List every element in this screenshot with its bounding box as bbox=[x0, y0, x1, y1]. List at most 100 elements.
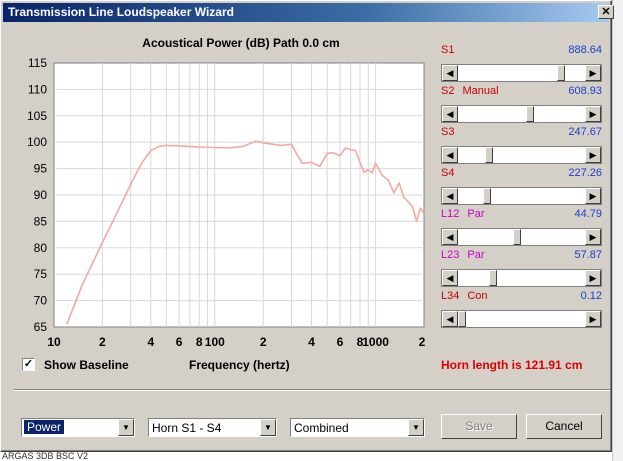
close-icon: ✕ bbox=[601, 6, 611, 18]
slider-name: S3 bbox=[441, 126, 455, 138]
show-baseline-checkbox[interactable]: ✓ bbox=[22, 358, 35, 371]
slider-s2[interactable]: ◀ ▶ bbox=[441, 105, 602, 123]
slider-l34[interactable]: ◀ ▶ bbox=[441, 310, 602, 328]
x-tick-label: 1000 bbox=[362, 335, 389, 349]
slider-name: L23 bbox=[441, 249, 460, 261]
slider-thumb[interactable] bbox=[525, 106, 534, 122]
x-tick-label: 6 bbox=[176, 335, 183, 349]
y-tick-label: 110 bbox=[28, 82, 47, 96]
y-tick-label: 75 bbox=[34, 267, 48, 281]
slider-mode: Par bbox=[467, 208, 485, 220]
x-tick-label: 100 bbox=[205, 335, 225, 349]
mode-dropdown[interactable]: Power ▼ bbox=[21, 418, 135, 437]
save-button[interactable]: Save bbox=[441, 414, 517, 439]
x-tick-label: 2 bbox=[260, 335, 267, 349]
slider-thumb[interactable] bbox=[482, 188, 491, 204]
arrow-right-icon[interactable]: ▶ bbox=[585, 270, 601, 286]
x-tick-label: 8 bbox=[196, 335, 203, 349]
arrow-right-icon[interactable]: ▶ bbox=[585, 106, 601, 122]
y-tick-label: 95 bbox=[34, 162, 48, 176]
check-icon: ✓ bbox=[23, 358, 34, 370]
view-dropdown[interactable]: Combined ▼ bbox=[290, 418, 425, 437]
arrow-left-icon[interactable]: ◀ bbox=[442, 311, 458, 327]
slider-l23[interactable]: ◀ ▶ bbox=[441, 269, 602, 287]
arrow-left-icon[interactable]: ◀ bbox=[442, 270, 458, 286]
x-tick-label: 6 bbox=[337, 335, 344, 349]
cancel-button[interactable]: Cancel bbox=[526, 414, 602, 439]
slider-thumb[interactable] bbox=[458, 311, 466, 327]
view-dropdown-value: Combined bbox=[294, 421, 349, 435]
arrow-left-icon[interactable]: ◀ bbox=[442, 229, 458, 245]
arrow-left-icon[interactable]: ◀ bbox=[442, 188, 458, 204]
y-tick-label: 85 bbox=[34, 214, 48, 228]
background-window-edge bbox=[612, 0, 623, 461]
slider-mode: Con bbox=[467, 290, 488, 302]
section-dropdown-value: Horn S1 - S4 bbox=[152, 421, 222, 435]
chevron-down-icon[interactable]: ▼ bbox=[118, 419, 134, 436]
y-tick-label: 105 bbox=[27, 109, 47, 123]
mode-dropdown-value: Power bbox=[24, 420, 65, 434]
arrow-left-icon[interactable]: ◀ bbox=[442, 106, 458, 122]
y-axis-ticks: 65 70 75 80 85 90 95 100 105 110 115 bbox=[27, 56, 47, 334]
y-tick-label: 65 bbox=[34, 320, 48, 334]
arrow-left-icon[interactable]: ◀ bbox=[442, 147, 458, 163]
slider-name: S2 bbox=[441, 85, 455, 97]
separator bbox=[14, 389, 610, 391]
slider-label-l12: L12 Par bbox=[441, 208, 484, 220]
slider-label-s2: S2 Manual bbox=[441, 85, 499, 97]
slider-label-s3: S3 bbox=[441, 126, 454, 138]
slider-value-s1: 888.64 bbox=[568, 44, 602, 56]
x-axis-title: Frequency (hertz) bbox=[189, 358, 290, 372]
y-tick-label: 70 bbox=[34, 294, 48, 308]
y-tick-label: 90 bbox=[34, 188, 48, 202]
close-button[interactable]: ✕ bbox=[598, 5, 614, 19]
horn-length-readout: Horn length is 121.91 cm bbox=[441, 358, 583, 372]
slider-value-s4: 227.26 bbox=[568, 167, 602, 179]
arrow-right-icon[interactable]: ▶ bbox=[585, 147, 601, 163]
x-tick-label: 2 bbox=[419, 335, 426, 349]
chevron-down-icon[interactable]: ▼ bbox=[260, 419, 276, 436]
slider-thumb[interactable] bbox=[485, 147, 494, 163]
slider-name: L34 bbox=[441, 290, 460, 302]
slider-value-l34: 0.12 bbox=[580, 290, 602, 302]
x-tick-label: 4 bbox=[147, 335, 154, 349]
slider-value-l12: 44.79 bbox=[574, 208, 602, 220]
wizard-dialog: Transmission Line Loudspeaker Wizard ✕ A… bbox=[0, 0, 614, 452]
y-tick-label: 80 bbox=[34, 241, 48, 255]
slider-s3[interactable]: ◀ ▶ bbox=[441, 146, 602, 164]
slider-value-l23: 57.87 bbox=[574, 249, 602, 261]
power-chart: 65707580859095100105110115 10 2 4 6 8 100 2 4 6 8… bbox=[27, 56, 426, 349]
section-dropdown[interactable]: Horn S1 - S4 ▼ bbox=[148, 418, 277, 437]
slider-thumb[interactable] bbox=[512, 229, 521, 245]
chevron-down-icon[interactable]: ▼ bbox=[408, 419, 424, 436]
arrow-right-icon[interactable]: ▶ bbox=[585, 65, 601, 81]
x-axis-ticks: 10 2 4 6 8 100 2 4 6 81000 2 bbox=[47, 335, 425, 349]
arrow-right-icon[interactable]: ▶ bbox=[585, 229, 601, 245]
slider-label-s1: S1 bbox=[441, 44, 454, 56]
arrow-left-icon[interactable]: ◀ bbox=[442, 65, 458, 81]
x-tick-label: 10 bbox=[47, 335, 61, 349]
slider-mode: Par bbox=[467, 249, 485, 261]
slider-mode: Manual bbox=[462, 85, 499, 97]
slider-name: S4 bbox=[441, 167, 455, 179]
y-tick-label: 115 bbox=[28, 56, 47, 70]
background-window-text: ARGAS 3DB BSC V2 bbox=[2, 451, 89, 461]
arrow-right-icon[interactable]: ▶ bbox=[585, 311, 601, 327]
slider-s4[interactable]: ◀ ▶ bbox=[441, 187, 602, 205]
arrow-right-icon[interactable]: ▶ bbox=[585, 188, 601, 204]
slider-label-s4: S4 bbox=[441, 167, 454, 179]
slider-value-s3: 247.67 bbox=[568, 126, 602, 138]
slider-l12[interactable]: ◀ ▶ bbox=[441, 228, 602, 246]
slider-label-l34: L34 Con bbox=[441, 290, 488, 302]
x-tick-label: 4 bbox=[308, 335, 315, 349]
slider-thumb[interactable] bbox=[556, 65, 565, 81]
show-baseline-label: Show Baseline bbox=[44, 358, 129, 372]
y-tick-label: 100 bbox=[27, 135, 47, 149]
slider-s1[interactable]: ◀ ▶ bbox=[441, 64, 602, 82]
x-tick-label: 2 bbox=[99, 335, 106, 349]
slider-name: S1 bbox=[441, 44, 455, 56]
slider-value-s2: 608.93 bbox=[568, 85, 602, 97]
slider-name: L12 bbox=[441, 208, 460, 220]
slider-label-l23: L23 Par bbox=[441, 249, 484, 261]
slider-thumb[interactable] bbox=[488, 270, 497, 286]
